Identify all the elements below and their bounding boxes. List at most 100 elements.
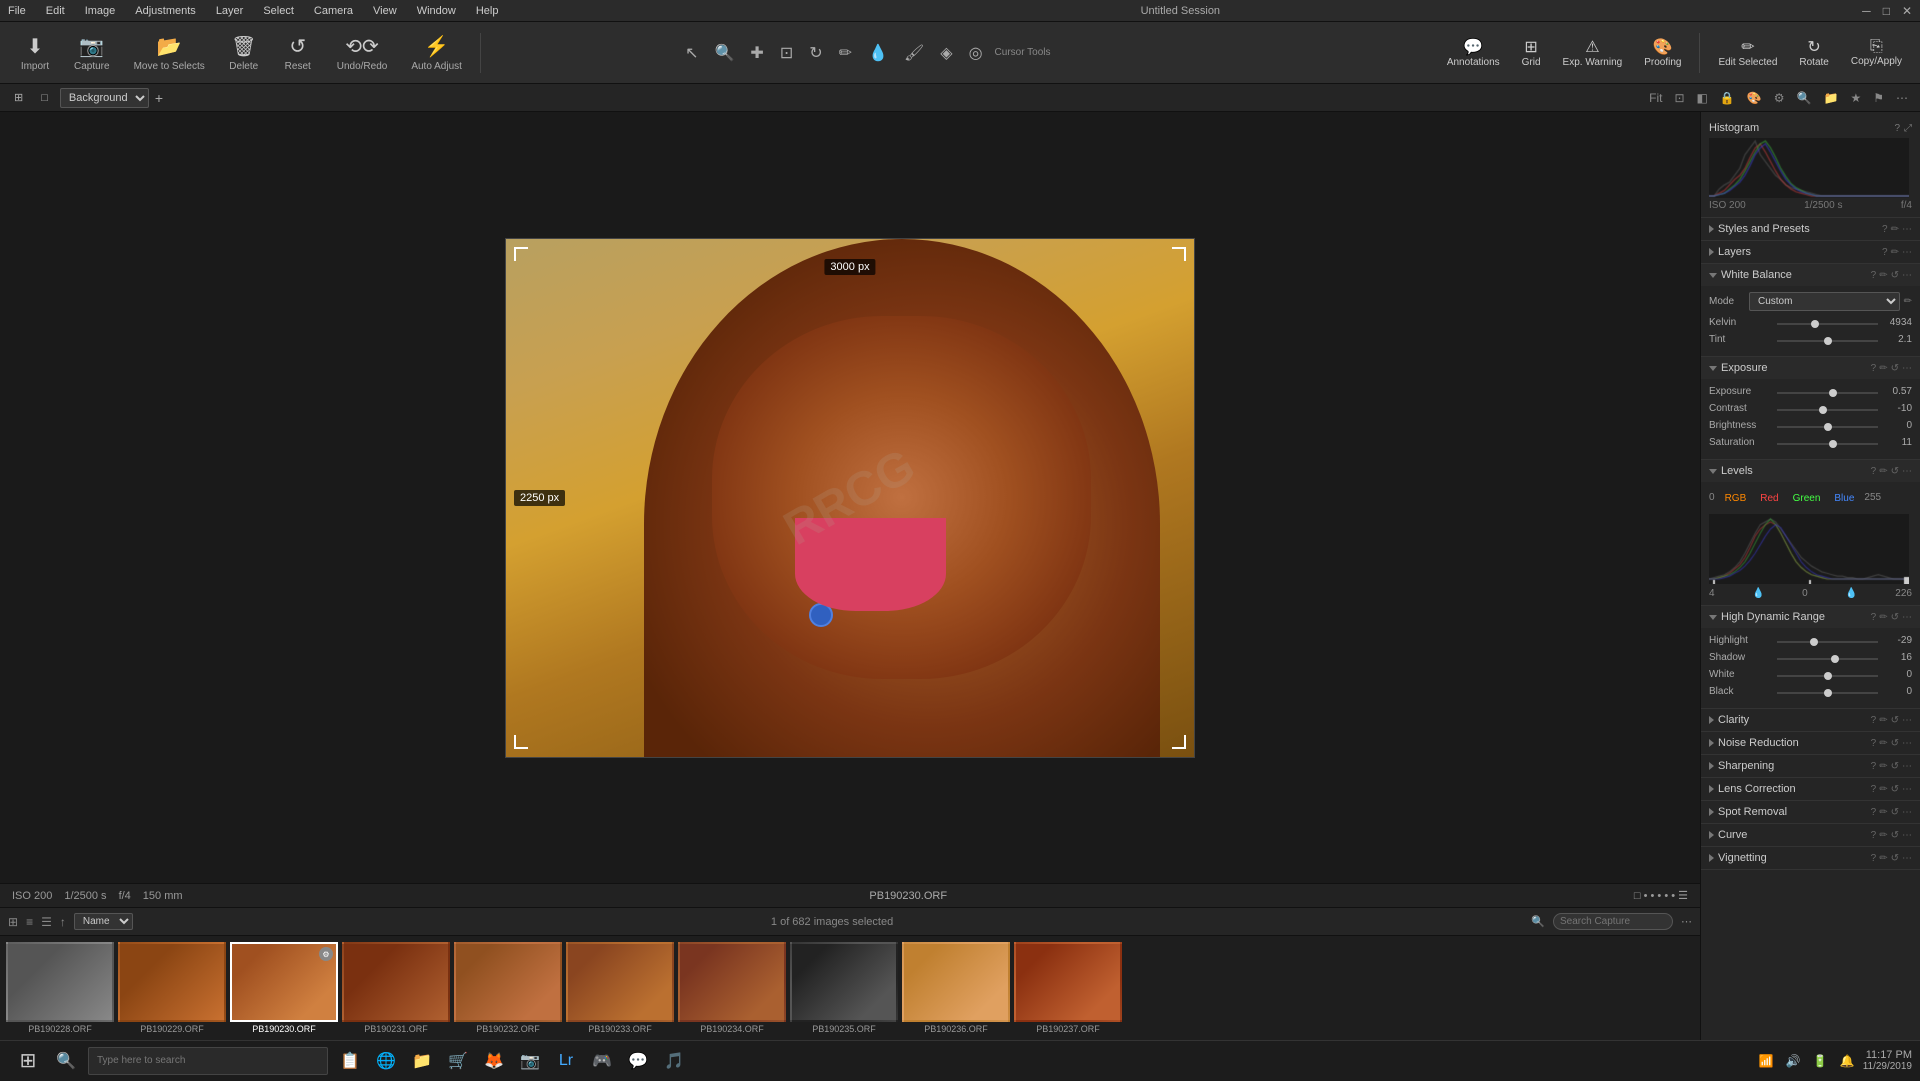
- thumb-wrap[interactable]: [902, 942, 1010, 1022]
- add-layer-button[interactable]: +: [155, 90, 163, 106]
- maximize-button[interactable]: □: [1883, 4, 1890, 18]
- cursor-crop-tool[interactable]: ⊡: [776, 39, 797, 67]
- sh-more-icon[interactable]: ⋯: [1902, 761, 1912, 772]
- menu-bar[interactable]: File Edit Image Adjustments Layer Select…: [8, 5, 498, 17]
- highlight-slider[interactable]: [1777, 641, 1878, 643]
- delete-button[interactable]: 🗑 Delete: [219, 30, 269, 76]
- thumb-wrap[interactable]: [678, 942, 786, 1022]
- start-button[interactable]: ⊞: [8, 1041, 48, 1081]
- sp-help-icon[interactable]: ?: [1882, 224, 1888, 235]
- vi-more-icon[interactable]: ⋯: [1902, 853, 1912, 864]
- edge-icon[interactable]: 🌐: [368, 1043, 404, 1079]
- cu-reset-icon[interactable]: ↺: [1891, 830, 1899, 841]
- menu-edit[interactable]: Edit: [46, 5, 65, 17]
- vignetting-section[interactable]: Vignetting ? ✏ ↺ ⋯: [1701, 847, 1920, 870]
- cursor-brush-tool[interactable]: 🖌: [900, 39, 928, 67]
- grid-button[interactable]: ⊞ Grid: [1514, 34, 1549, 71]
- cl-more-icon[interactable]: ⋯: [1902, 715, 1912, 726]
- levels-tab-rgb[interactable]: RGB: [1721, 492, 1751, 506]
- sort-selector[interactable]: Name Date Rating: [74, 913, 133, 930]
- thumb-wrap[interactable]: [1014, 942, 1122, 1022]
- thumb-wrap[interactable]: [454, 942, 562, 1022]
- menu-image[interactable]: Image: [85, 5, 116, 17]
- wb-more-icon[interactable]: ⋯: [1902, 270, 1912, 281]
- lev-edit-icon[interactable]: ✏: [1879, 466, 1887, 477]
- more-icon[interactable]: ⋯: [1892, 89, 1912, 107]
- lev-reset-icon[interactable]: ↺: [1891, 466, 1899, 477]
- reset-button[interactable]: ↺ Reset: [273, 30, 323, 76]
- layer-selector[interactable]: Background: [60, 88, 149, 108]
- close-button[interactable]: ✕: [1902, 4, 1912, 18]
- view-single-button[interactable]: □: [35, 90, 54, 106]
- list-item[interactable]: PB190233.ORF: [566, 942, 674, 1034]
- list-item[interactable]: PB190228.ORF: [6, 942, 114, 1034]
- tint-slider[interactable]: [1777, 340, 1878, 342]
- view-grid-button[interactable]: ⊞: [8, 89, 29, 106]
- histogram-help-icon[interactable]: ?: [1894, 123, 1900, 134]
- brightness-slider-container[interactable]: [1777, 419, 1878, 431]
- hdr-more-icon[interactable]: ⋯: [1902, 612, 1912, 623]
- menu-file[interactable]: File: [8, 5, 26, 17]
- star-icon[interactable]: ★: [1846, 89, 1865, 107]
- wb-edit-icon[interactable]: ✏: [1879, 270, 1887, 281]
- shadow-slider[interactable]: [1777, 658, 1878, 660]
- levels-dropper-icon[interactable]: 💧: [1752, 588, 1764, 599]
- sp-more-icon[interactable]: ⋯: [1902, 224, 1912, 235]
- sharpening-section[interactable]: Sharpening ? ✏ ↺ ⋯: [1701, 755, 1920, 778]
- exp-edit-icon[interactable]: ✏: [1879, 363, 1887, 374]
- filmstrip-thumb-icon[interactable]: ☰: [41, 915, 52, 929]
- proofing-button[interactable]: 🎨 Proofing: [1636, 34, 1689, 71]
- zoom-fit-icon[interactable]: ⊡: [1670, 89, 1688, 107]
- lev-more-icon[interactable]: ⋯: [1902, 466, 1912, 477]
- window-controls[interactable]: ─ □ ✕: [1862, 4, 1912, 18]
- cursor-select-tool[interactable]: ↖: [681, 39, 702, 67]
- cl-reset-icon[interactable]: ↺: [1891, 715, 1899, 726]
- annotations-button[interactable]: 💬 Annotations: [1439, 34, 1508, 71]
- cl-edit-icon[interactable]: ✏: [1879, 715, 1887, 726]
- system-clock[interactable]: 11:17 PM 11/29/2019: [1863, 1049, 1912, 1072]
- sp-edit-icon[interactable]: ✏: [1891, 224, 1899, 235]
- lay-edit-icon[interactable]: ✏: [1891, 247, 1899, 258]
- cu-edit-icon[interactable]: ✏: [1879, 830, 1887, 841]
- minimize-button[interactable]: ─: [1862, 4, 1871, 18]
- contrast-slider-container[interactable]: [1777, 402, 1878, 414]
- cursor-zoom-tool[interactable]: 🔍: [710, 39, 738, 67]
- menu-adjustments[interactable]: Adjustments: [135, 5, 196, 17]
- clarity-section[interactable]: Clarity ? ✏ ↺ ⋯: [1701, 709, 1920, 732]
- search-capture-icon[interactable]: 🔍: [1531, 915, 1545, 928]
- volume-icon[interactable]: 🔊: [1782, 1052, 1805, 1070]
- thumb-wrap[interactable]: [342, 942, 450, 1022]
- filmstrip-grid-icon[interactable]: ⊞: [8, 915, 18, 929]
- cursor-rotate-tool[interactable]: ↻: [805, 39, 826, 67]
- list-item[interactable]: PB190237.ORF: [1014, 942, 1122, 1034]
- network-icon[interactable]: 📶: [1755, 1052, 1778, 1070]
- sh-reset-icon[interactable]: ↺: [1891, 761, 1899, 772]
- wb-edit-picker[interactable]: ✏: [1904, 296, 1912, 307]
- copy-apply-button[interactable]: ⎘ Copy/Apply: [1843, 35, 1910, 70]
- menu-window[interactable]: Window: [417, 5, 456, 17]
- hdr-reset-icon[interactable]: ↺: [1891, 612, 1899, 623]
- black-slider-container[interactable]: [1777, 685, 1878, 697]
- settings-icon[interactable]: ⚙: [1770, 89, 1789, 107]
- discord-icon[interactable]: 💬: [620, 1043, 656, 1079]
- list-item[interactable]: PB190232.ORF: [454, 942, 562, 1034]
- levels-tab-blue[interactable]: Blue: [1830, 492, 1858, 506]
- capture-one-icon[interactable]: 📷: [512, 1043, 548, 1079]
- hdr-help-icon[interactable]: ?: [1871, 612, 1877, 623]
- layers-section[interactable]: Layers ? ✏ ⋯: [1701, 241, 1920, 264]
- saturation-slider[interactable]: [1777, 443, 1878, 445]
- vi-edit-icon[interactable]: ✏: [1879, 853, 1887, 864]
- hdr-edit-icon[interactable]: ✏: [1879, 612, 1887, 623]
- cursor-stamp-tool[interactable]: ◈: [936, 39, 956, 67]
- menu-camera[interactable]: Camera: [314, 5, 353, 17]
- import-button[interactable]: ⬇ Import: [10, 30, 60, 76]
- lc-help-icon[interactable]: ?: [1871, 784, 1877, 795]
- lightroom-icon[interactable]: Lr: [548, 1043, 584, 1079]
- highlight-slider-container[interactable]: [1777, 634, 1878, 646]
- cursor-pen-tool[interactable]: ✏: [835, 39, 856, 67]
- lc-reset-icon[interactable]: ↺: [1891, 784, 1899, 795]
- thumb-wrap[interactable]: [790, 942, 898, 1022]
- search-capture-input[interactable]: [1553, 913, 1673, 930]
- cursor-color-tool[interactable]: 💧: [864, 39, 892, 67]
- list-item[interactable]: PB190234.ORF: [678, 942, 786, 1034]
